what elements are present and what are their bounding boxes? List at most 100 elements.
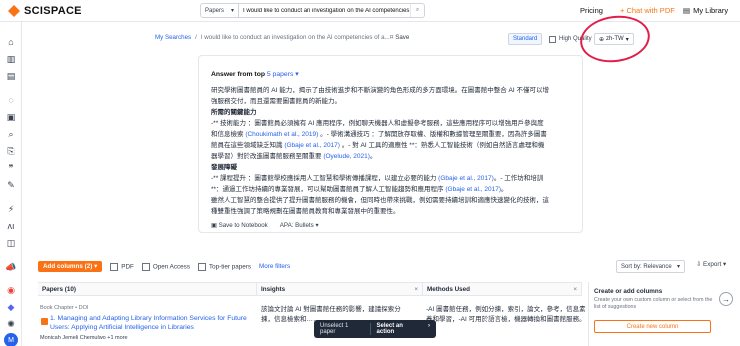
paraphrase-icon[interactable]: ✎: [5, 179, 17, 191]
brand-name: SCISPACE: [24, 5, 82, 17]
left-sidebar: ⌂ ▥ ▤ ◌ ▣ ⌕ ⎘ ❞ ✎ ⚡ ʌı ◫ 📣 ◉ ◆ ✺ M: [0, 22, 22, 346]
save-to-notebook-button[interactable]: ▣ Save to Notebook: [211, 222, 268, 229]
brand-logo[interactable]: SCISPACE: [8, 5, 82, 17]
answer-text: 強服務交付，而且還需要圖書館員的新能力。: [211, 98, 341, 105]
answer-line: 強服務交付，而且還需要圖書館員的新能力。: [211, 96, 571, 107]
more-filters-link[interactable]: More filters: [259, 263, 290, 270]
panel-title: Create or add columns: [594, 288, 663, 295]
answer-text: 發展障礙: [211, 164, 237, 171]
pricing-link[interactable]: Pricing: [580, 6, 603, 15]
notebook-icon: ▣: [211, 222, 219, 229]
library-icon: ▤: [683, 6, 691, 15]
openai-icon[interactable]: ✺: [5, 318, 17, 330]
answer-text: 。- 學術溝通技巧 ：了解開放存取權、版權和數據管理至關重要，因為許多圖書: [318, 131, 547, 138]
home-icon[interactable]: ⌂: [5, 36, 17, 48]
pdf-checkbox[interactable]: [110, 262, 119, 271]
answer-line: 雖然人工智慧的整合提供了提升圖書館服務的機會，但同時也帶來挑戰，例如需要持續培訓…: [211, 195, 571, 206]
citation-style-select[interactable]: APA: Bullets ▾: [280, 222, 319, 229]
avatar[interactable]: M: [4, 333, 18, 346]
high-quality-checkbox[interactable]: [549, 35, 556, 43]
chevron-down-icon: ▾: [293, 71, 299, 78]
row-checkbox-checked[interactable]: [41, 318, 48, 325]
answer-text: **：通過工作坊持續的專業發展，可以幫助圖書館員了解人工智能趨勢和應用程序: [211, 186, 446, 193]
breadcrumb-separator: /: [195, 34, 197, 41]
select-action-button[interactable]: Select an action ›: [371, 323, 436, 335]
close-icon[interactable]: ×: [414, 286, 418, 293]
my-library-link[interactable]: ▤ My Library: [683, 6, 728, 15]
citation-link[interactable]: (Gbaje et al., 2017): [284, 142, 340, 149]
papers-header-label: Papers (10): [42, 285, 76, 293]
library-icon[interactable]: ▥: [5, 53, 17, 65]
citation-link[interactable]: (Gbaje et al., 2017): [438, 175, 494, 182]
extract-icon[interactable]: ⎘: [5, 145, 17, 157]
answer-line: 發展障礙: [211, 162, 571, 173]
selection-action-bar: Unselect 1 paper Select an action ›: [314, 320, 436, 338]
open-access-filter[interactable]: Open Access: [141, 262, 190, 271]
quote-icon[interactable]: ❞: [5, 162, 17, 174]
save-to-notebook-label: Save to Notebook: [218, 222, 268, 229]
create-new-column-button[interactable]: Create new column: [594, 320, 711, 333]
breadcrumb: My Searches / I would like to conduct an…: [155, 34, 390, 41]
chat-with-pdf-link[interactable]: + Chat with PDF: [620, 6, 675, 15]
arrow-right-icon[interactable]: →: [719, 292, 733, 306]
megaphone-icon[interactable]: 📣: [5, 261, 17, 273]
panel-description: Create your own custom column or select …: [594, 297, 713, 310]
table-row: Book Chapter • DOI 1. Managing and Adapt…: [40, 305, 252, 341]
my-library-label: My Library: [693, 6, 729, 15]
breadcrumb-my-searches[interactable]: My Searches: [155, 34, 191, 41]
search-input[interactable]: I would like to conduct an investigation…: [239, 8, 410, 14]
bookmark-icon: ⌑: [390, 34, 394, 41]
chevron-right-icon: ›: [428, 323, 430, 329]
search-scope-select[interactable]: Papers ▾: [201, 4, 239, 17]
search-icon[interactable]: ⌕: [5, 128, 17, 140]
answer-line: 器學習）對於改進圖書館服務至關重要 (Oyelude, 2021)。: [211, 151, 571, 162]
answer-text: 和信息檢索: [211, 131, 246, 138]
add-columns-button[interactable]: Add columns (2) ▾: [38, 261, 103, 272]
answer-text: 所需的關鍵能力: [211, 109, 257, 116]
answer-text: 雖然人工智慧的整合提供了提升圖書館服務的機會，但同時也帶來挑戰，例如需要持續培訓…: [211, 197, 549, 204]
save-button[interactable]: ⌑ Save: [390, 34, 409, 41]
column-header-papers[interactable]: Papers (10): [38, 283, 257, 296]
column-header-insights[interactable]: Insights ×: [257, 283, 423, 296]
save-label: Save: [395, 34, 410, 41]
chat-icon[interactable]: ◌: [5, 94, 17, 106]
answer-card: Answer from top 5 papers ▾ 研究學術圖書館員的 AI …: [198, 55, 583, 233]
citation-link[interactable]: (Oyelude, 2021): [323, 153, 370, 160]
pdf-filter[interactable]: PDF: [110, 262, 134, 271]
ai-detector-icon[interactable]: ⚡: [5, 203, 17, 215]
chrome-icon[interactable]: ◉: [5, 284, 17, 296]
answer-line: -** 技術能力 ：圖書館員必須擁有 AI 應用程序，例如聊天機器人和虛擬參考服…: [211, 118, 571, 129]
citation-link[interactable]: (Choukimath et al., 2019): [245, 131, 318, 138]
insights-header-label: Insights: [261, 285, 286, 293]
paper-title-link[interactable]: 1. Managing and Adapting Library Informa…: [40, 314, 252, 332]
answer-text: 。: [369, 153, 377, 160]
open-access-checkbox[interactable]: [141, 262, 150, 271]
add-columns-label: Add columns (2): [43, 263, 93, 270]
sort-label: Sort by: Relevance: [621, 263, 672, 270]
standard-mode-button[interactable]: Standard: [508, 33, 543, 45]
compare-icon[interactable]: ◫: [5, 237, 17, 249]
answer-line: 研究學術圖書館員的 AI 能力，揭示了由技術進步和不斷演變的角色形成的多方面環境…: [211, 85, 571, 96]
answer-text: -** 技術能力 ：圖書館員必須擁有 AI 應用程序，例如聊天機器人和虛擬參考服…: [211, 120, 544, 127]
answer-text: 種雙重性強調了策略規劃在圖書館員教育和專業發展中的重要性。: [211, 208, 400, 215]
close-icon[interactable]: ×: [573, 286, 577, 293]
breadcrumb-current: I would like to conduct an investigation…: [200, 34, 390, 41]
paper-authors: Monicah Jemeli Chemulwo +1 more: [40, 335, 128, 341]
unselect-button[interactable]: Unselect 1 paper: [314, 323, 371, 335]
top-tier-checkbox[interactable]: [197, 262, 206, 271]
answer-line: 和信息檢索 (Choukimath et al., 2019) 。- 學術溝通技…: [211, 129, 571, 140]
export-button[interactable]: ⇩ Export ▾: [696, 261, 726, 268]
papers-count-link[interactable]: 5 papers: [267, 71, 293, 78]
answer-title-prefix: Answer from top: [211, 71, 267, 78]
document-icon[interactable]: ▤: [5, 70, 17, 82]
column-header-methods[interactable]: Methods Used ×: [423, 283, 582, 296]
answer-body: 研究學術圖書館員的 AI 能力，揭示了由技術進步和不斷演變的角色形成的多方面環境…: [211, 85, 571, 217]
discord-icon[interactable]: ◆: [5, 301, 17, 313]
translate-icon[interactable]: ʌı: [5, 220, 17, 232]
sort-select[interactable]: Sort by: Relevance ▾: [616, 260, 685, 273]
top-tier-filter[interactable]: Top-tier papers: [197, 262, 251, 271]
search-icon[interactable]: ⌕: [410, 4, 424, 17]
citation-link[interactable]: (Gbaje et al., 2017): [445, 186, 501, 193]
notebook-icon[interactable]: ▣: [5, 111, 17, 123]
chevron-down-icon: ▾: [313, 222, 319, 229]
